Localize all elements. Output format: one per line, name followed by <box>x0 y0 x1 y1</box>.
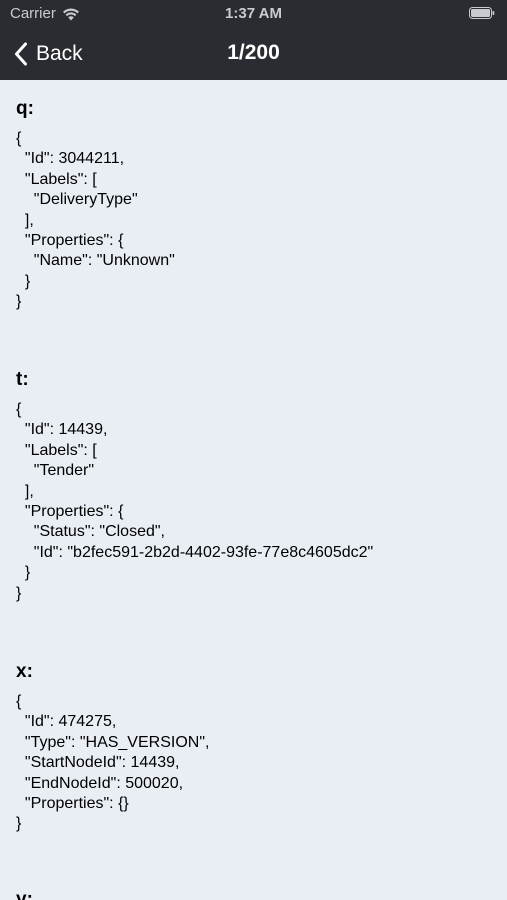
status-bar: Carrier 1:37 AM <box>0 0 507 28</box>
entry-key: x: <box>16 661 33 682</box>
navigation-bar: Back 1/200 <box>0 28 507 80</box>
entry-y: y: <box>16 888 496 900</box>
status-time: 1:37 AM <box>225 5 282 22</box>
entry-json: { "Id": 474275, "Type": "HAS_VERSION", "… <box>16 693 210 833</box>
entry-json: { "Id": 3044211, "Labels": [ "DeliveryTy… <box>16 130 175 311</box>
entry-key: y: <box>16 889 33 900</box>
entry-q: q: { "Id": 3044211, "Labels": [ "Deliver… <box>16 97 496 313</box>
record-content[interactable]: q: { "Id": 3044211, "Labels": [ "Deliver… <box>0 80 507 900</box>
entry-t: t: { "Id": 14439, "Labels": [ "Tender" ]… <box>16 368 496 604</box>
entry-key: t: <box>16 369 29 390</box>
entry-x: x: { "Id": 474275, "Type": "HAS_VERSION"… <box>16 660 496 835</box>
page-title: 1/200 <box>227 41 280 64</box>
entry-key: q: <box>16 98 34 119</box>
battery-icon <box>469 7 495 19</box>
entry-json: { "Id": 14439, "Labels": [ "Tender" ], "… <box>16 401 374 602</box>
